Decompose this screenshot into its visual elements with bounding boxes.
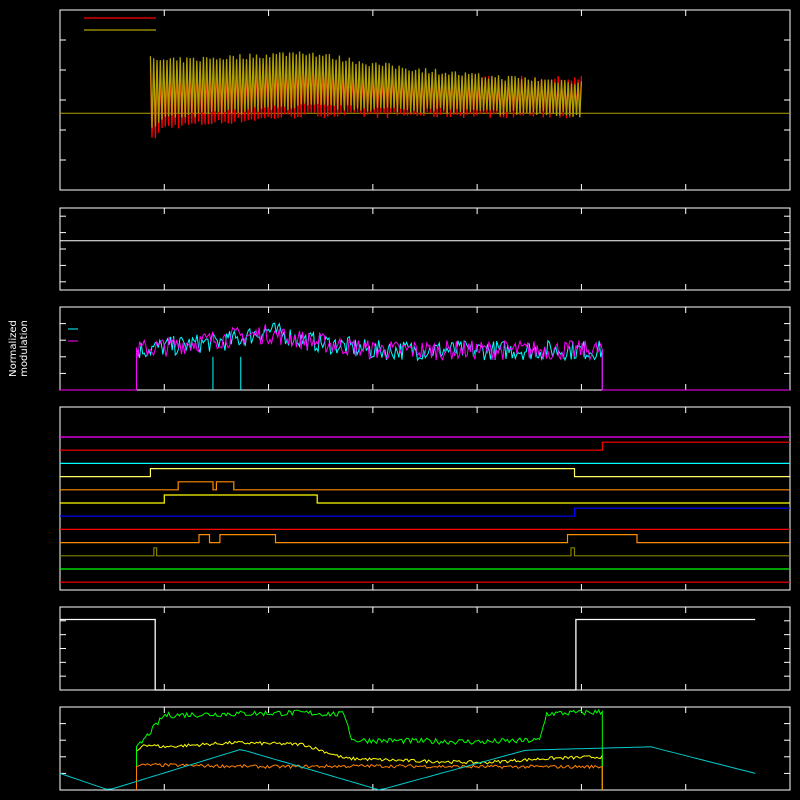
modulation-frame (59, 306, 791, 391)
flag-line-sc_in_sunlight (60, 468, 790, 478)
lightcurve-figure: Normalized modulation (8, 9, 791, 791)
flag-line-gap_flag (60, 441, 790, 451)
flag-line-flare_flag (60, 494, 790, 504)
roll-frame (59, 207, 791, 291)
quality-series (60, 618, 756, 691)
flag-line-aaz_flag (60, 547, 790, 557)
flag-line-eclipse_flag (60, 507, 790, 517)
flag-line-particle_flag (60, 534, 790, 544)
flags-frame (59, 406, 791, 591)
ratios-series-3 (59, 746, 756, 791)
modulation-ylabel-line1: Normalized (8, 320, 19, 377)
ratios-series-2 (136, 762, 603, 790)
flag-line-sc_transmitter (60, 481, 790, 491)
modulation-ylabel-line2: modulation (19, 320, 30, 377)
modulation-series-0 (60, 322, 790, 391)
